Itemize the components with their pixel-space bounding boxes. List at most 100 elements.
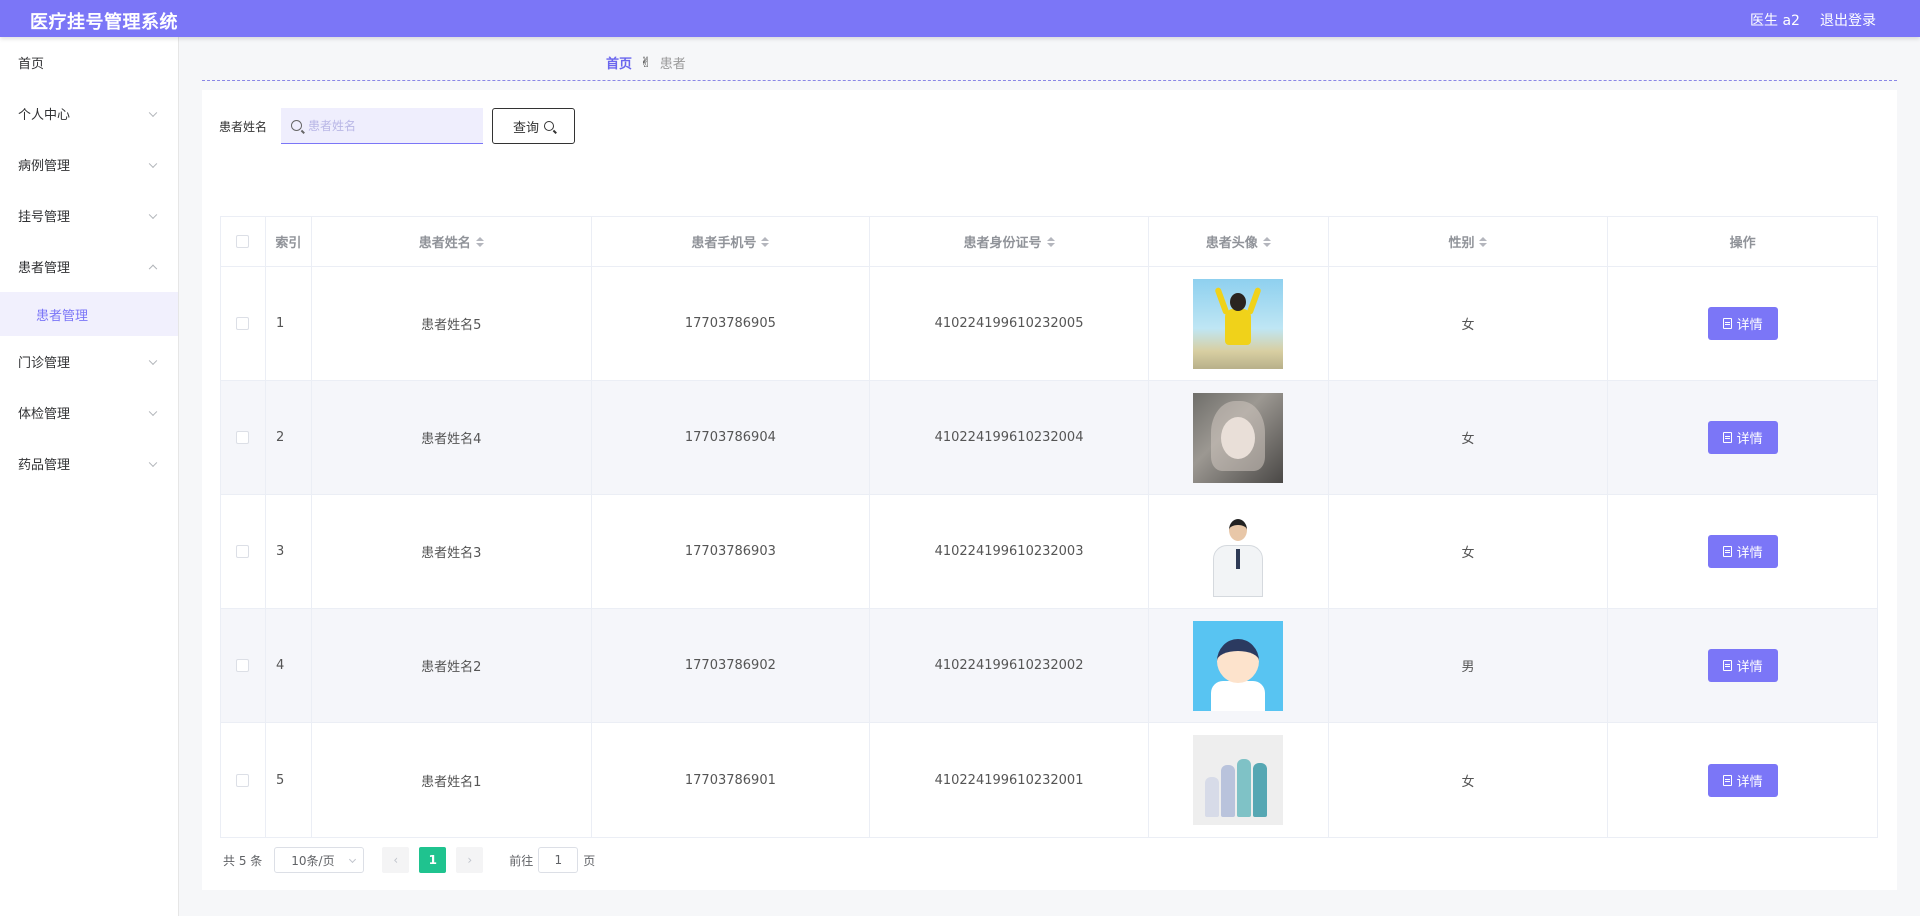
column-header-phone[interactable]: 患者手机号 — [592, 217, 871, 266]
current-user: 医生 a2 — [1750, 13, 1800, 29]
row-select-cell — [221, 609, 266, 722]
detail-button[interactable]: 详情 — [1707, 421, 1778, 454]
patient-avatar-image[interactable] — [1193, 620, 1284, 711]
table-row: 2 患者姓名4 17703786904 410224199610232004 女… — [221, 381, 1877, 495]
chevron-down-icon — [148, 458, 158, 467]
document-icon — [1722, 660, 1732, 671]
sidebar-item-outpatient-management[interactable]: 门诊管理 — [0, 336, 178, 387]
detail-button[interactable]: 详情 — [1707, 649, 1778, 682]
table-row: 5 患者姓名1 17703786901 410224199610232001 女… — [221, 723, 1877, 837]
chevron-down-icon — [148, 356, 158, 365]
cell-gender: 女 — [1329, 267, 1609, 380]
chevron-down-icon — [148, 407, 158, 416]
row-checkbox[interactable] — [236, 773, 250, 787]
cell-id-number: 410224199610232005 — [870, 267, 1149, 380]
cell-actions: 详情 — [1608, 495, 1877, 608]
sidebar-subitem-patient-management[interactable]: 患者管理 — [0, 292, 178, 336]
row-checkbox[interactable] — [236, 317, 250, 330]
column-header-label: 患者身份证号 — [963, 236, 1042, 251]
cell-actions: 详情 — [1608, 381, 1877, 494]
table-row: 3 患者姓名3 17703786903 410224199610232003 女… — [221, 495, 1877, 609]
sidebar: 首页 个人中心 病例管理 挂号管理 患者管理 患者管理 门诊管理 体检管理 药品… — [0, 37, 179, 916]
sort-icon[interactable] — [1046, 236, 1055, 247]
search-input[interactable] — [308, 118, 468, 133]
table-row: 4 患者姓名2 17703786902 410224199610232002 男… — [221, 609, 1877, 723]
sidebar-item-registration-management[interactable]: 挂号管理 — [0, 190, 178, 241]
patient-table: 索引 患者姓名 患者手机号 患者身份证号 患者头像 性别 操作 1 患者姓名5 … — [220, 216, 1878, 838]
document-icon — [1722, 318, 1732, 329]
detail-button[interactable]: 详情 — [1707, 535, 1778, 568]
detail-button-label: 详情 — [1736, 660, 1763, 675]
row-select-cell — [221, 495, 266, 608]
column-header-gender[interactable]: 性别 — [1329, 217, 1609, 266]
column-header-label: 性别 — [1448, 236, 1475, 251]
cell-name: 患者姓名4 — [312, 381, 592, 494]
column-header-name[interactable]: 患者姓名 — [312, 217, 592, 266]
search-field[interactable] — [281, 108, 483, 144]
cell-avatar — [1149, 495, 1329, 608]
row-checkbox[interactable] — [236, 659, 250, 672]
cell-id-number: 410224199610232001 — [870, 723, 1149, 837]
sort-icon[interactable] — [475, 236, 484, 247]
cell-name: 患者姓名3 — [312, 495, 592, 608]
goto-label: 前往 — [509, 853, 534, 868]
next-page-button[interactable]: › — [456, 847, 484, 873]
row-checkbox[interactable] — [236, 431, 250, 444]
search-icon — [544, 121, 554, 131]
divider — [202, 80, 1897, 81]
cell-actions: 详情 — [1608, 609, 1877, 722]
column-header-label: 患者姓名 — [418, 236, 471, 251]
sidebar-item-patient-management[interactable]: 患者管理 — [0, 241, 178, 292]
sort-icon[interactable] — [761, 236, 770, 247]
cell-name: 患者姓名2 — [312, 609, 592, 722]
pagination: 共 5 条 10条/页 ‹ 1 › 前往 页 — [223, 847, 595, 873]
query-button[interactable]: 查询 — [492, 108, 575, 144]
row-select-cell — [221, 381, 266, 494]
detail-button-label: 详情 — [1736, 432, 1763, 447]
column-header-label: 患者手机号 — [691, 236, 757, 251]
patient-avatar-image[interactable] — [1193, 278, 1284, 369]
hand-icon: ✌ — [640, 54, 652, 71]
column-header-avatar[interactable]: 患者头像 — [1149, 217, 1329, 266]
row-checkbox[interactable] — [236, 545, 250, 558]
patient-avatar-image[interactable] — [1193, 392, 1284, 483]
sidebar-item-personal-center[interactable]: 个人中心 — [0, 88, 178, 139]
prev-page-button[interactable]: ‹ — [382, 847, 410, 873]
logout-link[interactable]: 退出登录 — [1820, 10, 1876, 30]
page-size-select[interactable]: 10条/页 — [274, 847, 365, 873]
detail-button[interactable]: 详情 — [1707, 307, 1778, 340]
sort-icon[interactable] — [1262, 236, 1271, 247]
sidebar-item-checkup-management[interactable]: 体检管理 — [0, 387, 178, 438]
chevron-up-icon — [148, 264, 158, 273]
chevron-down-icon — [148, 159, 158, 168]
table-header: 索引 患者姓名 患者手机号 患者身份证号 患者头像 性别 操作 — [221, 217, 1877, 267]
sidebar-item-label: 首页 — [18, 57, 45, 72]
cell-index: 5 — [266, 723, 312, 837]
cell-id-number: 410224199610232003 — [870, 495, 1149, 608]
breadcrumb-home[interactable]: 首页 — [606, 53, 632, 72]
sort-icon[interactable] — [1479, 236, 1488, 247]
patient-avatar-image[interactable] — [1193, 506, 1284, 597]
column-header-id-number[interactable]: 患者身份证号 — [870, 217, 1149, 266]
cell-phone: 17703786902 — [592, 609, 871, 722]
detail-button[interactable]: 详情 — [1707, 763, 1778, 797]
page-number-button[interactable]: 1 — [419, 847, 447, 873]
cell-index: 3 — [266, 495, 312, 608]
sidebar-item-medicine-management[interactable]: 药品管理 — [0, 438, 178, 489]
cell-phone: 17703786903 — [592, 495, 871, 608]
sidebar-item-home[interactable]: 首页 — [0, 37, 178, 88]
cell-index: 4 — [266, 609, 312, 722]
column-header-actions: 操作 — [1608, 217, 1877, 266]
row-select-cell — [221, 723, 266, 837]
cell-phone: 17703786904 — [592, 381, 871, 494]
detail-button-label: 详情 — [1736, 546, 1763, 561]
cell-id-number: 410224199610232004 — [870, 381, 1149, 494]
chevron-down-icon — [148, 210, 158, 219]
sidebar-item-case-management[interactable]: 病例管理 — [0, 139, 178, 190]
page-size-value: 10条/页 — [291, 853, 335, 868]
patient-avatar-image[interactable] — [1193, 735, 1284, 825]
sidebar-item-label: 体检管理 — [18, 407, 71, 422]
cell-gender: 男 — [1329, 609, 1609, 722]
goto-page-input[interactable] — [538, 847, 579, 873]
select-all-checkbox[interactable] — [236, 235, 250, 248]
